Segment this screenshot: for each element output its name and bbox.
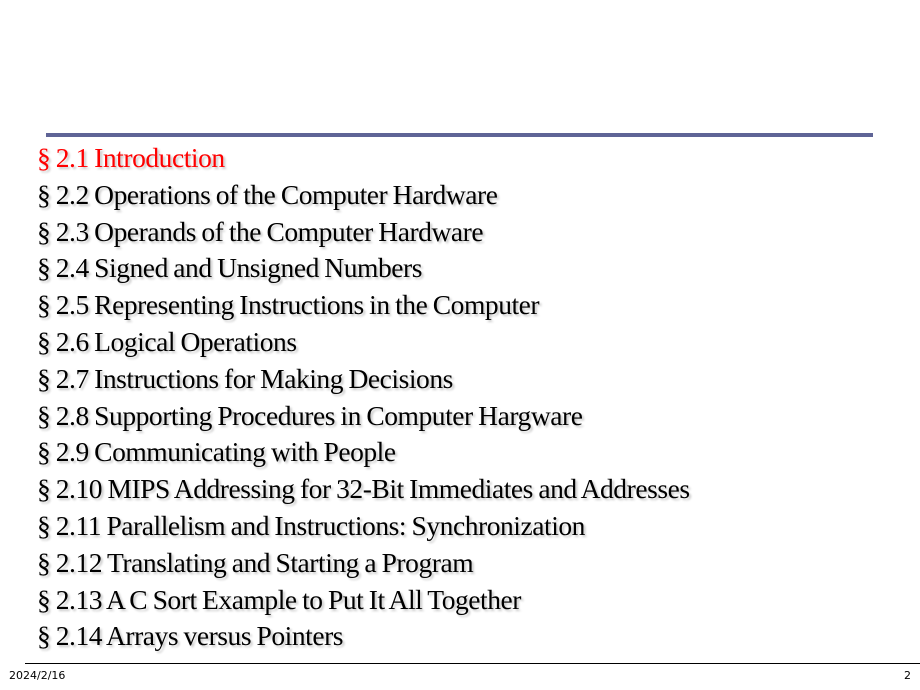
toc-item-2-11: § 2.11 Parallelism and Instructions: Syn… — [37, 509, 585, 541]
title-divider — [46, 133, 873, 137]
toc-item-2-12: § 2.12 Translating and Starting a Progra… — [37, 546, 474, 578]
footer-divider — [25, 663, 920, 664]
toc-item-2-8: § 2.8 Supporting Procedures in Computer … — [37, 399, 583, 431]
table-of-contents: § 2.1 Introduction § 2.2 Operations of t… — [37, 140, 690, 655]
toc-item-2-10: § 2.10 MIPS Addressing for 32-Bit Immedi… — [37, 473, 690, 505]
page-number: 2 — [904, 669, 911, 682]
toc-item-2-6: § 2.6 Logical Operations — [37, 325, 297, 357]
toc-item-2-13: § 2.13 A C Sort Example to Put It All To… — [37, 583, 522, 615]
toc-item-2-9: § 2.9 Communicating with People — [37, 436, 396, 468]
toc-item-2-3: § 2.3 Operands of the Computer Hardware — [37, 215, 484, 247]
toc-item-2-5: § 2.5 Representing Instructions in the C… — [37, 289, 540, 321]
toc-item-2-14: § 2.14 Arrays versus Pointers — [37, 620, 344, 652]
footer-date: 2024/2/16 — [9, 669, 66, 682]
toc-item-2-1: § 2.1 Introduction — [37, 142, 225, 173]
toc-item-2-2: § 2.2 Operations of the Computer Hardwar… — [37, 178, 498, 210]
toc-item-2-4: § 2.4 Signed and Unsigned Numbers — [37, 252, 422, 284]
toc-item-2-7: § 2.7 Instructions for Making Decisions — [37, 362, 453, 394]
